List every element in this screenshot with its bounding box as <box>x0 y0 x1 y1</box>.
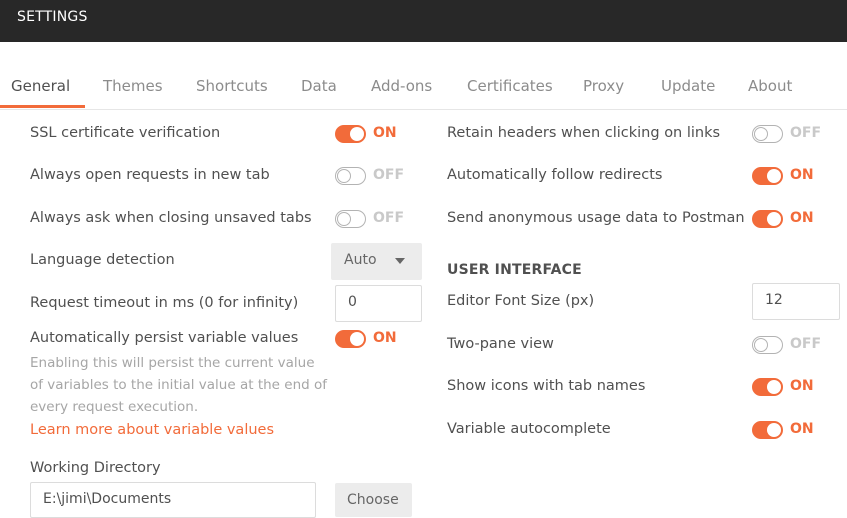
toggle-state: ON <box>790 167 814 183</box>
choose-directory-button[interactable]: Choose <box>335 483 412 517</box>
toggle-state: ON <box>373 330 397 346</box>
toggle-state: ON <box>790 210 814 226</box>
ssl-verification-toggle[interactable]: ON <box>335 124 405 144</box>
persist-variables-helper: Enabling this will persist the current v… <box>30 355 327 415</box>
retain-headers-label: Retain headers when clicking on links <box>447 125 721 141</box>
tab-data[interactable]: Data <box>301 77 337 95</box>
window-title: SETTINGS <box>17 9 88 25</box>
tab-icons-toggle[interactable]: ON <box>752 377 822 397</box>
tab-about[interactable]: About <box>748 77 792 95</box>
usage-data-label: Send anonymous usage data to Postman <box>447 210 745 226</box>
two-pane-label: Two-pane view <box>447 336 554 352</box>
tab-add-ons[interactable]: Add-ons <box>371 77 432 95</box>
toggle-knob <box>337 212 351 226</box>
tab-proxy[interactable]: Proxy <box>583 77 624 95</box>
retain-headers-toggle[interactable]: OFF <box>752 124 822 144</box>
variable-autocomplete-toggle[interactable]: ON <box>752 420 822 440</box>
toggle-state: ON <box>790 378 814 394</box>
request-timeout-input[interactable]: 0 <box>335 285 422 322</box>
working-directory-input[interactable]: E:\jimi\Documents <box>30 482 316 518</box>
toggle-knob <box>767 423 781 437</box>
editor-font-size-label: Editor Font Size (px) <box>447 293 595 309</box>
ask-close-toggle[interactable]: OFF <box>335 209 405 229</box>
choose-button-label: Choose <box>347 492 399 508</box>
new-tab-label: Always open requests in new tab <box>30 167 270 183</box>
toggle-knob <box>337 169 351 183</box>
new-tab-toggle[interactable]: OFF <box>335 166 405 186</box>
tab-general[interactable]: General <box>11 77 70 95</box>
working-directory-label: Working Directory <box>30 460 161 476</box>
tab-icons-label: Show icons with tab names <box>447 378 646 394</box>
variable-autocomplete-label: Variable autocomplete <box>447 421 611 437</box>
caret-down-icon <box>395 258 405 264</box>
toggle-state: OFF <box>373 210 405 226</box>
select-value: Auto <box>344 252 377 268</box>
tab-update[interactable]: Update <box>661 77 715 95</box>
usage-data-toggle[interactable]: ON <box>752 209 822 229</box>
toggle-knob <box>767 380 781 394</box>
variable-values-link[interactable]: Learn more about variable values <box>30 422 274 438</box>
ask-close-label: Always ask when closing unsaved tabs <box>30 210 312 226</box>
toggle-knob <box>767 169 781 183</box>
language-detection-select[interactable]: Auto <box>331 243 422 280</box>
toggle-state: ON <box>790 421 814 437</box>
follow-redirects-label: Automatically follow redirects <box>447 167 663 183</box>
toggle-knob <box>350 332 364 346</box>
toggle-state: ON <box>373 125 397 141</box>
user-interface-heading: USER INTERFACE <box>447 262 582 278</box>
toggle-state: OFF <box>790 336 822 352</box>
language-detection-label: Language detection <box>30 252 175 268</box>
persist-variables-label: Automatically persist variable values <box>30 330 299 346</box>
toggle-knob <box>350 127 364 141</box>
tab-shortcuts[interactable]: Shortcuts <box>196 77 268 95</box>
toggle-knob <box>754 127 768 141</box>
settings-tab-bar: General Themes Shortcuts Data Add-ons Ce… <box>0 42 847 110</box>
follow-redirects-toggle[interactable]: ON <box>752 166 822 186</box>
active-tab-indicator <box>0 105 85 108</box>
two-pane-toggle[interactable]: OFF <box>752 335 822 355</box>
tab-certificates[interactable]: Certificates <box>467 77 553 95</box>
request-timeout-label: Request timeout in ms (0 for infinity) <box>30 295 299 311</box>
ssl-verification-label: SSL certificate verification <box>30 125 221 141</box>
persist-variables-toggle[interactable]: ON <box>335 329 405 349</box>
tab-themes[interactable]: Themes <box>103 77 163 95</box>
toggle-knob <box>754 338 768 352</box>
editor-font-size-input[interactable]: 12 <box>752 283 840 320</box>
title-bar: SETTINGS <box>0 0 847 42</box>
toggle-knob <box>767 212 781 226</box>
toggle-state: OFF <box>790 125 822 141</box>
toggle-state: OFF <box>373 167 405 183</box>
